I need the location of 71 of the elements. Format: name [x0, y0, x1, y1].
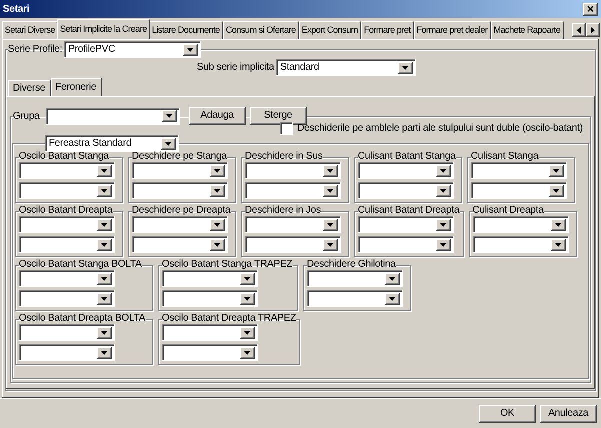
- combo-box[interactable]: [471, 182, 567, 199]
- tab[interactable]: Formare pret: [361, 21, 414, 39]
- group-title: Oscilo Batant Dreapta TRAPEZ: [162, 314, 296, 324]
- scroll-right-icon[interactable]: [586, 23, 600, 37]
- group-title: Deschidere in Jos: [245, 206, 322, 216]
- combo-box[interactable]: [358, 236, 454, 253]
- group-title: Oscilo Batant Dreapta BOLTA: [19, 314, 146, 324]
- group-title: Oscilo Batant Dreapta: [19, 206, 113, 216]
- combo-box[interactable]: [19, 182, 115, 199]
- tab[interactable]: Formare pret dealer: [414, 21, 491, 39]
- combo-box[interactable]: ProfilePVC: [64, 41, 202, 58]
- group-title: Deschidere pe Dreapta: [132, 206, 231, 216]
- button[interactable]: OK: [479, 404, 536, 422]
- combo-box[interactable]: Fereastra Standard: [45, 135, 179, 152]
- combo-box[interactable]: [358, 162, 454, 179]
- combo-box[interactable]: [19, 290, 115, 307]
- tab[interactable]: Setari Implicite la Creare: [57, 19, 150, 39]
- combo-box[interactable]: [19, 162, 115, 179]
- combo-box[interactable]: [46, 108, 180, 124]
- combo-box[interactable]: [19, 344, 115, 361]
- combo-box[interactable]: [358, 216, 454, 233]
- group-title: Deschidere pe Stanga: [132, 152, 227, 162]
- tab[interactable]: Machete Rapoarte: [490, 21, 564, 39]
- scroll-left-icon[interactable]: [572, 23, 586, 37]
- button[interactable]: Sterge: [250, 107, 307, 125]
- tab[interactable]: Setari Diverse: [2, 21, 58, 39]
- combo-box[interactable]: [472, 216, 569, 233]
- combo-box[interactable]: [132, 182, 228, 199]
- button[interactable]: Anuleaza: [540, 404, 597, 422]
- tab[interactable]: Export Consum: [298, 21, 362, 39]
- combo-box[interactable]: [245, 182, 341, 199]
- close-button[interactable]: ×: [583, 2, 598, 16]
- combo-box[interactable]: [307, 290, 403, 307]
- group-title: Oscilo Batant Stanga BOLTA: [19, 260, 142, 270]
- group-title: Culisant Batant Dreapta: [358, 206, 460, 216]
- combo-box[interactable]: [19, 216, 115, 233]
- combo-box[interactable]: [162, 344, 258, 361]
- tab[interactable]: Feronerie: [50, 78, 102, 96]
- combo-box[interactable]: [358, 182, 454, 199]
- combo-box[interactable]: [19, 236, 115, 253]
- group-title: Culisant Stanga: [471, 152, 539, 162]
- tab[interactable]: Diverse: [8, 80, 50, 96]
- combo-box[interactable]: [162, 324, 258, 341]
- group-title: Deschidere Ghilotina: [307, 260, 396, 270]
- combo-box[interactable]: [132, 236, 228, 253]
- window-title: Setari: [3, 2, 30, 16]
- group-title: Oscilo Batant Stanga: [19, 152, 109, 162]
- combo-box[interactable]: [245, 216, 341, 233]
- sub-serie-label: Sub serie implicita: [197, 61, 274, 75]
- combo-box[interactable]: Standard: [276, 59, 416, 76]
- combo-box[interactable]: [471, 162, 567, 179]
- group-title: Culisant Batant Stanga: [358, 152, 456, 162]
- combo-box[interactable]: [19, 324, 115, 341]
- combo-box[interactable]: [132, 162, 228, 179]
- group-title: Deschidere in Sus: [245, 152, 323, 162]
- combo-box[interactable]: [245, 162, 341, 179]
- combo-box[interactable]: [245, 236, 341, 253]
- tab[interactable]: Listare Documente: [149, 21, 223, 39]
- combo-box[interactable]: [162, 290, 258, 307]
- combo-box[interactable]: [132, 216, 228, 233]
- checkbox[interactable]: [280, 122, 294, 134]
- combo-box[interactable]: [472, 236, 569, 253]
- group-title: Oscilo Batant Stanga TRAPEZ: [162, 260, 293, 270]
- serie-profile-label: Serie Profile:: [8, 43, 62, 57]
- tab[interactable]: Consum si Ofertare: [222, 21, 299, 39]
- combo-box[interactable]: [19, 270, 115, 287]
- group-title: Culisant Dreapta: [472, 206, 544, 216]
- button[interactable]: Adauga: [188, 107, 246, 125]
- combo-box[interactable]: [307, 270, 403, 287]
- grupa-label: Grupa: [13, 110, 40, 124]
- combo-box[interactable]: [162, 270, 258, 287]
